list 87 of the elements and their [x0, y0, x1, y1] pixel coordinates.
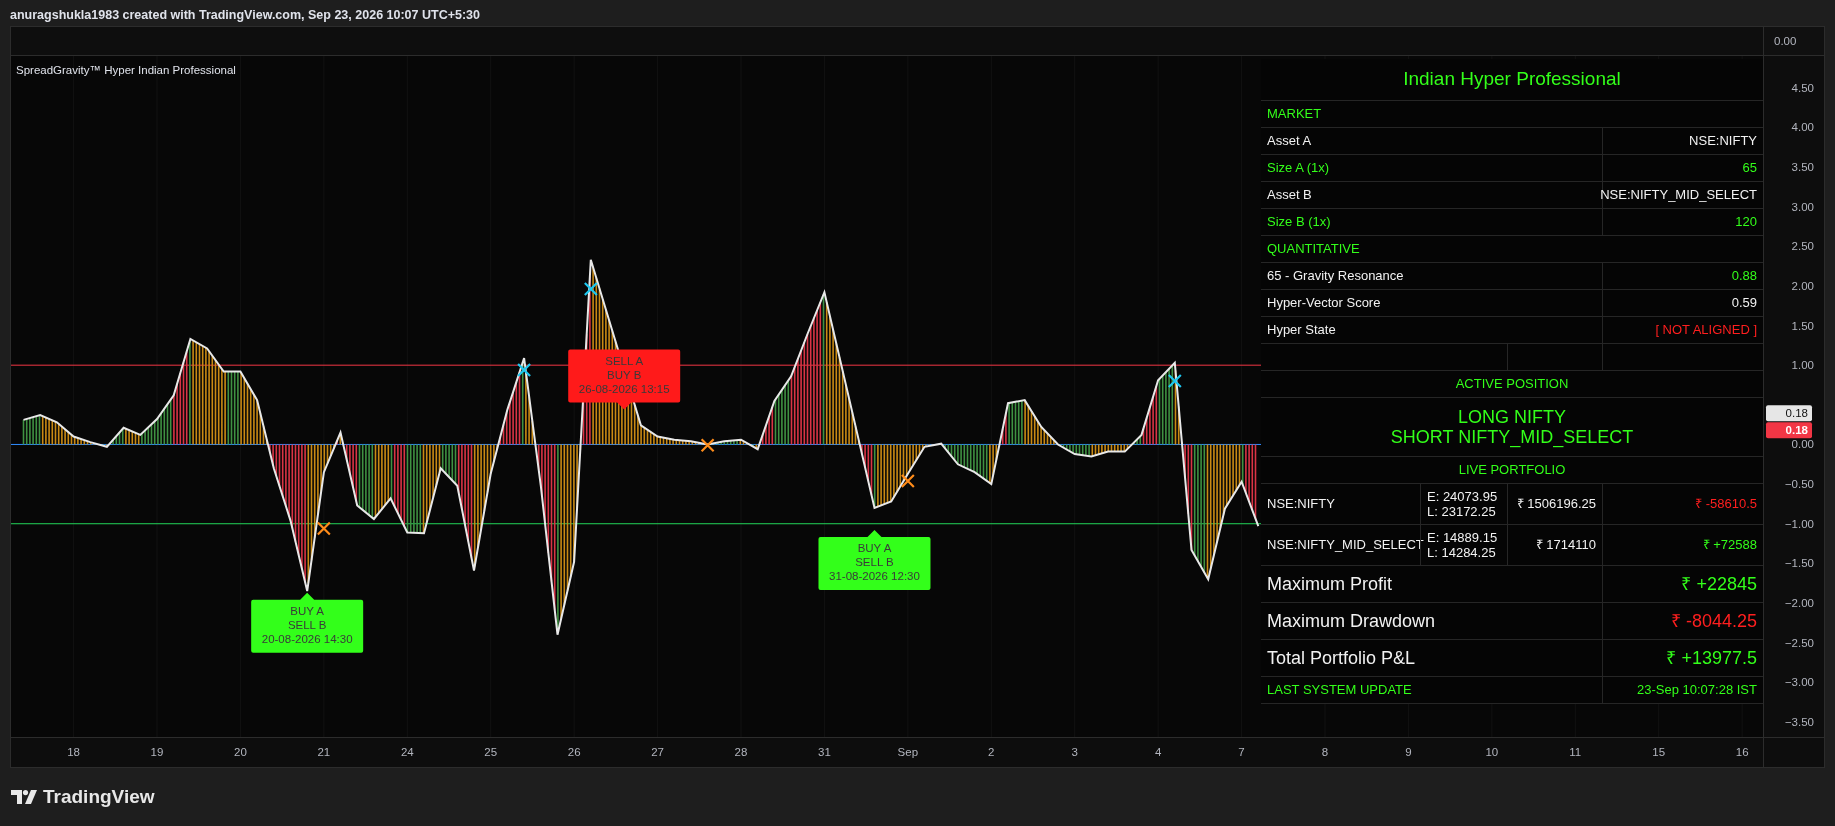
axis-tick-label: 4.00: [1791, 121, 1814, 134]
axis-tick-label: 27: [651, 746, 664, 758]
axis-tick-label: −0.50: [1784, 478, 1814, 491]
metric-value: ₹ +22845: [1602, 566, 1763, 603]
signal-label: BUY A SELL B 20-08-2026 14:30: [251, 592, 364, 653]
axis-tick-label: −1.00: [1784, 517, 1814, 530]
pnl-value: ₹ -58610.5: [1602, 484, 1763, 525]
price-label: 0.18: [1766, 422, 1812, 439]
annotation: SELL A BUY B 26-08-2026 13:15: [578, 354, 670, 395]
position-text: SHORT NIFTY_MID_SELECT: [1390, 427, 1634, 447]
indicator-title: SpreadGravity™ Hyper Indian Professional: [16, 63, 236, 78]
axis-tick-label: 28: [734, 746, 748, 758]
axis-tick-label: Sep: [897, 746, 919, 758]
axis-tick-label: 0.00: [1791, 438, 1814, 451]
pnl-value: ₹ +72588: [1602, 525, 1763, 566]
axis-tick-label: −3.50: [1784, 715, 1814, 728]
axis-tick-label: 11: [1569, 746, 1582, 758]
annotation: BUY A SELL B 20-08-2026 14:30: [261, 604, 353, 645]
row-label: NSE:NIFTY: [1261, 484, 1420, 525]
row-label: Size A (1x): [1261, 155, 1602, 182]
row-value: [ NOT ALIGNED ]: [1602, 317, 1763, 344]
row-value: 120: [1602, 209, 1763, 236]
metric-value: ₹ -8044.25: [1602, 603, 1763, 640]
row-value: 23-Sep 10:07:28 IST: [1602, 677, 1763, 704]
row-value: 65: [1602, 155, 1763, 182]
row-label: Hyper State: [1261, 317, 1602, 344]
position-value: ₹ 1506196.25: [1507, 484, 1602, 525]
row-label: Size B (1x): [1261, 209, 1602, 236]
axis-tick-label: 2.50: [1791, 240, 1814, 253]
last-price: L: 23172.25: [1427, 504, 1496, 519]
axis-tick-label: 4.50: [1791, 81, 1814, 94]
axis-tick-label: 7: [1238, 746, 1245, 758]
attribution-text: anuragshukla1983 created with TradingView.com, Sep 23, 2026 10:07 UTC+5:30: [9, 7, 481, 24]
price-label: 0.18: [1766, 405, 1812, 422]
signal-label: SELL A BUY B 26-08-2026 13:15: [568, 349, 681, 410]
row-value: 0.59: [1602, 290, 1763, 317]
entry-price: E: 24073.95: [1427, 489, 1498, 504]
position-value: ₹ 1714110: [1507, 525, 1602, 566]
brand-text: TradingView: [43, 784, 155, 809]
axis-tick-label: −1.50: [1784, 557, 1814, 570]
axis-tick-label: 20: [234, 746, 247, 758]
row-label: Hyper-Vector Score: [1261, 290, 1602, 317]
axis-tick-label: −3.00: [1784, 676, 1814, 689]
axis-tick-label: 19: [150, 746, 164, 758]
axis-tick-label: 26: [567, 746, 581, 758]
section-heading: MARKET: [1261, 101, 1763, 128]
row-label: LAST SYSTEM UPDATE: [1261, 677, 1602, 704]
axis-tick-label: 3: [1071, 746, 1078, 758]
position-text: LONG NIFTY: [1458, 407, 1566, 427]
axis-tick-label: 25: [484, 746, 498, 758]
metric-label: Maximum Profit: [1261, 566, 1602, 603]
axis-tick-label: 2.00: [1791, 279, 1814, 292]
row-label: Asset A: [1261, 128, 1602, 155]
metric-label: Total Portfolio P&L: [1261, 640, 1602, 677]
axis-tick-label: 1.00: [1791, 359, 1814, 372]
axis-tick-label: 3.50: [1791, 161, 1814, 173]
axis-tick-label: 1.50: [1791, 319, 1814, 332]
axis-tick-label: 18: [67, 746, 80, 758]
table-title: Indian Hyper Professional: [1261, 59, 1763, 101]
signal-label: BUY A SELL B 31-08-2026 12:30: [818, 530, 931, 591]
row-value: 0.88: [1602, 263, 1763, 290]
metric-value: ₹ +13977.5: [1602, 640, 1763, 677]
entry-price: E: 14889.15: [1427, 530, 1498, 545]
axis-tick-label: 31: [818, 746, 831, 758]
axis-tick-label: 8: [1321, 746, 1329, 758]
axis-tick-label: 15: [1652, 746, 1666, 758]
row-label: 65 - Gravity Resonance: [1261, 263, 1602, 290]
axis-tick-label: 16: [1735, 746, 1749, 758]
section-heading: ACTIVE POSITION: [1261, 371, 1763, 398]
annotation: BUY A SELL B 31-08-2026 12:30: [829, 542, 920, 583]
axis-tick-label: 10: [1485, 746, 1499, 758]
axis-tick-label: 24: [400, 746, 414, 758]
axis-tick-label: 21: [317, 746, 331, 758]
axis-tick-label: −2.00: [1784, 597, 1814, 609]
axis-tick-label: 2: [988, 746, 995, 758]
row-label: Asset B: [1261, 182, 1602, 209]
row-value: NSE:NIFTY: [1602, 128, 1763, 155]
row-value: NSE:NIFTY_MID_SELECT: [1602, 182, 1763, 209]
axis-tick-label: 3.00: [1791, 200, 1814, 213]
last-price: L: 14284.25: [1427, 545, 1496, 560]
axis-tick-label: 9: [1405, 746, 1412, 758]
axis-tick-label: 4: [1154, 746, 1162, 758]
axis-label: 0.00: [1763, 27, 1824, 55]
metric-label: Maximum Drawdown: [1261, 603, 1602, 640]
axis-tick-label: −2.50: [1784, 636, 1814, 649]
section-heading: QUANTITATIVE: [1261, 236, 1763, 263]
section-heading: LIVE PORTFOLIO: [1261, 457, 1763, 484]
